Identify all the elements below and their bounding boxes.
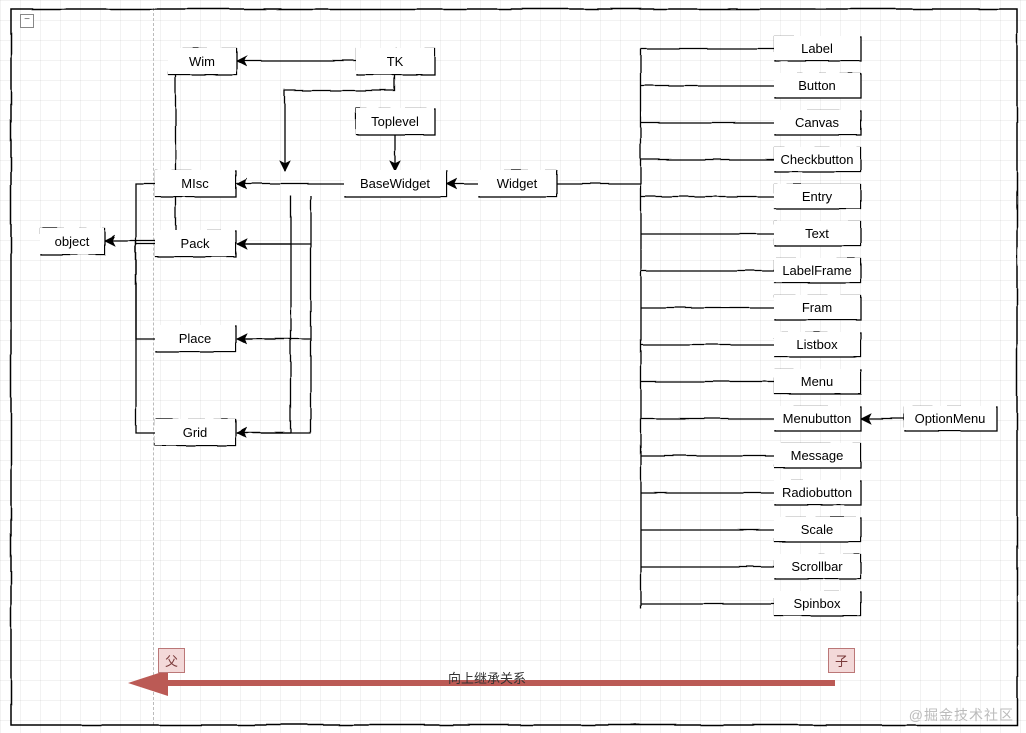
node-tk: TK xyxy=(356,48,434,74)
node-grid: Grid xyxy=(155,419,235,445)
node-menubutton: Menubutton xyxy=(774,406,860,430)
node-toplevel: Toplevel xyxy=(356,108,434,134)
node-labelframe: LabelFrame xyxy=(774,258,860,282)
node-label: Label xyxy=(774,36,860,60)
node-place: Place xyxy=(155,325,235,351)
node-radiobutton: Radiobutton xyxy=(774,480,860,504)
node-basewidget: BaseWidget xyxy=(344,170,446,196)
arrow-caption: 向上继承关系 xyxy=(448,668,526,687)
node-scrollbar: Scrollbar xyxy=(774,554,860,578)
guide-line xyxy=(153,8,154,725)
node-button: Button xyxy=(774,73,860,97)
tag-parent: 父 xyxy=(158,648,185,673)
node-optionmenu: OptionMenu xyxy=(904,406,996,430)
node-widget: Widget xyxy=(478,170,556,196)
diagram-canvas: − xyxy=(0,0,1026,733)
node-listbox: Listbox xyxy=(774,332,860,356)
node-text: Text xyxy=(774,221,860,245)
node-fram: Fram xyxy=(774,295,860,319)
node-checkbutton: Checkbutton xyxy=(774,147,860,171)
node-canvas: Canvas xyxy=(774,110,860,134)
node-pack: Pack xyxy=(155,230,235,256)
collapse-handle[interactable]: − xyxy=(20,14,34,28)
node-spinbox: Spinbox xyxy=(774,591,860,615)
node-object: object xyxy=(40,228,104,254)
node-message: Message xyxy=(774,443,860,467)
node-scale: Scale xyxy=(774,517,860,541)
tag-child: 子 xyxy=(828,648,855,673)
node-misc: MIsc xyxy=(155,170,235,196)
node-wim: Wim xyxy=(168,48,236,74)
node-entry: Entry xyxy=(774,184,860,208)
node-menu: Menu xyxy=(774,369,860,393)
watermark: @掘金技术社区 xyxy=(909,705,1014,725)
